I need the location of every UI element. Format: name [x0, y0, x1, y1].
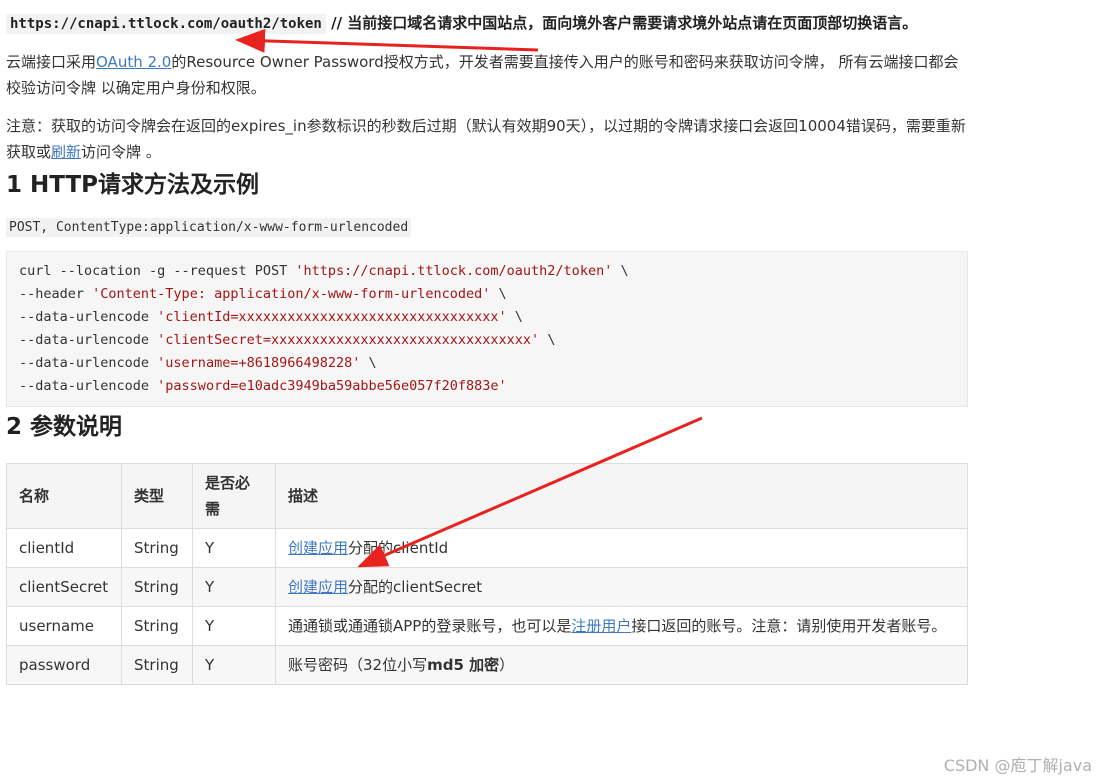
param-name: username — [6, 606, 122, 646]
endpoint-line: https://cnapi.ttlock.com/oauth2/token //… — [6, 10, 968, 37]
param-type: String — [121, 528, 193, 568]
param-type: String — [121, 606, 193, 646]
param-type: String — [121, 567, 193, 607]
oauth-link[interactable]: OAuth 2.0 — [96, 53, 171, 71]
method-code: POST, ContentType:application/x-www-form… — [6, 218, 412, 237]
intro-prefix: 云端接口采用 — [6, 53, 97, 71]
param-desc: 账号密码（32位小写md5 加密） — [275, 645, 968, 685]
param-desc: 通通锁或通通锁APP的登录账号，也可以是注册用户接口返回的账号。注意：请别使用开… — [275, 606, 968, 646]
register-user-link[interactable]: 注册用户 — [571, 617, 631, 635]
param-desc: 创建应用分配的clientSecret — [275, 567, 968, 607]
section1-heading: 1 HTTP请求方法及示例 — [6, 172, 260, 198]
param-required: Y — [192, 567, 276, 607]
csdn-watermark: CSDN @庖丁解java — [943, 756, 1092, 775]
param-type: String — [121, 645, 193, 685]
doc-content: https://cnapi.ttlock.com/oauth2/token //… — [6, 0, 968, 685]
table-row: username String Y 通通锁或通通锁APP的登录账号，也可以是注册… — [6, 606, 968, 646]
intro-paragraph: 云端接口采用OAuth 2.0的Resource Owner Password授… — [6, 49, 968, 101]
param-name: clientId — [6, 528, 122, 568]
table-row: password String Y 账号密码（32位小写md5 加密） — [6, 645, 968, 685]
table-row: clientId String Y 创建应用分配的clientId — [6, 528, 968, 568]
col-name-header: 名称 — [6, 463, 122, 529]
param-required: Y — [192, 528, 276, 568]
code-line: --data-urlencode 'password=e10adc3949ba5… — [19, 378, 507, 394]
param-name: clientSecret — [6, 567, 122, 607]
code-line: --data-urlencode 'clientSecret=xxxxxxxxx… — [19, 332, 556, 348]
code-line: --data-urlencode 'clientId=xxxxxxxxxxxxx… — [19, 309, 523, 325]
table-header-row: 名称 类型 是否必需 描述 — [6, 463, 968, 529]
notice-suffix: 访问令牌 。 — [81, 143, 161, 161]
method-line: POST, ContentType:application/x-www-form… — [6, 217, 968, 237]
param-required: Y — [192, 606, 276, 646]
create-app-link[interactable]: 创建应用 — [288, 539, 348, 557]
param-name: password — [6, 645, 122, 685]
params-table: 名称 类型 是否必需 描述 clientId String Y 创建应用分配的c… — [6, 463, 968, 685]
refresh-link[interactable]: 刷新 — [51, 143, 81, 161]
notice-paragraph: 注意：获取的访问令牌会在返回的expires_in参数标识的秒数后过期（默认有效… — [6, 113, 968, 165]
col-required-header: 是否必需 — [192, 463, 276, 529]
create-app-link[interactable]: 创建应用 — [288, 578, 348, 596]
section2-heading: 2 参数说明 — [6, 414, 123, 440]
param-required: Y — [192, 645, 276, 685]
code-line: curl --location -g --request POST 'https… — [19, 263, 629, 279]
col-desc-header: 描述 — [275, 463, 968, 529]
curl-code-block: curl --location -g --request POST 'https… — [6, 251, 968, 407]
col-type-header: 类型 — [121, 463, 193, 529]
code-line: --header 'Content-Type: application/x-ww… — [19, 286, 507, 302]
table-row: clientSecret String Y 创建应用分配的clientSecre… — [6, 567, 968, 607]
param-desc: 创建应用分配的clientId — [275, 528, 968, 568]
code-line: --data-urlencode 'username=+861896649822… — [19, 355, 377, 371]
endpoint-url: https://cnapi.ttlock.com/oauth2/token — [6, 14, 326, 34]
endpoint-note: // 当前接口域名请求中国站点，面向境外客户需要请求境外站点请在页面顶部切换语言… — [325, 14, 918, 32]
